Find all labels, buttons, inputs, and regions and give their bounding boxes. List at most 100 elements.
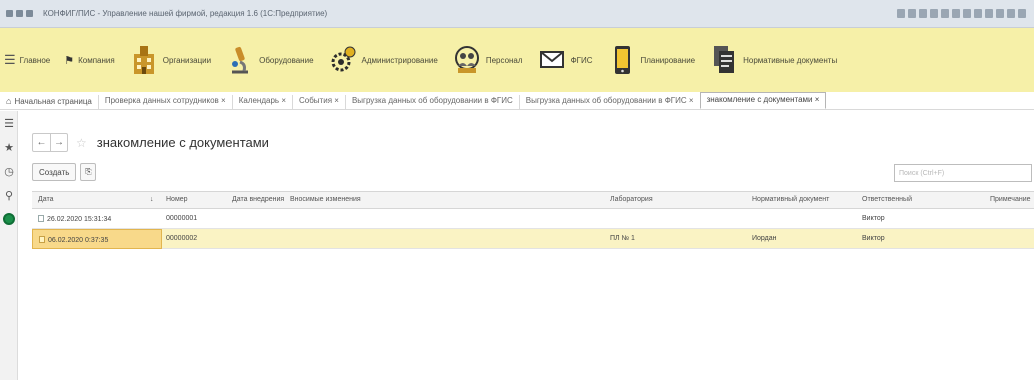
tab-fgis-export-2[interactable]: Выгрузка данных об оборудовании в ФГИС × (518, 95, 700, 109)
cell-responsible: Виктор (862, 235, 885, 242)
section-label: ФГИС (570, 55, 593, 65)
favorite-star-icon[interactable]: ☆ (76, 136, 87, 150)
window-buttons[interactable] (897, 9, 1026, 18)
cell-number: 00000001 (166, 215, 198, 222)
tab-label: знакомление с документами (706, 94, 813, 104)
window-controls[interactable] (6, 10, 33, 17)
tab-label: Выгрузка данных об оборудовании в ФГИС (525, 96, 687, 105)
open-tabs-bar: ⌂ Начальная страница Проверка данных сот… (0, 92, 1034, 110)
toolbar-icon[interactable] (985, 9, 993, 18)
column-header-note[interactable]: Примечание (990, 196, 1031, 203)
section-personnel[interactable]: Персонал (452, 43, 523, 77)
tab-label: Начальная страница (14, 96, 92, 106)
section-label: Персонал (485, 55, 523, 65)
toolbar-icon[interactable] (919, 9, 927, 18)
section-normative-documents[interactable]: Нормативные документы (709, 43, 837, 77)
section-fgis[interactable]: ФГИС (537, 43, 593, 77)
title-bar: КОНФИГ/ПИС - Управление нашей фирмой, ре… (0, 0, 1034, 28)
sort-icon[interactable]: ↓ (150, 196, 154, 203)
tab-document-acquaintance[interactable]: знакомление с документами × (699, 92, 827, 109)
history-icon[interactable]: ◷ (0, 159, 18, 183)
tab-home[interactable]: ⌂ Начальная страница (0, 96, 98, 109)
forward-arrow-icon[interactable]: → (50, 134, 67, 151)
column-header-responsible[interactable]: Ответственный (862, 196, 912, 203)
maximize-icon[interactable] (1007, 9, 1015, 18)
sections-toolbar: ☰ Главное ⚑ Компания Организации Оборудо… (0, 28, 1034, 92)
home-icon: ⌂ (6, 96, 12, 106)
section-company[interactable]: ⚑ Компания (64, 54, 114, 67)
search-icon[interactable]: ⚲ (0, 183, 18, 207)
cell-norm-doc: Иордан (752, 235, 777, 242)
section-main[interactable]: ☰ Главное (4, 52, 50, 68)
section-equipment[interactable]: Оборудование (225, 43, 314, 77)
create-button[interactable]: Создать (32, 163, 77, 181)
column-header-norm-doc[interactable]: Нормативный документ (752, 196, 829, 203)
section-organizations[interactable]: Организации (129, 43, 211, 77)
toolbar-icon[interactable] (930, 9, 938, 18)
back-icon[interactable] (16, 10, 23, 17)
cell-date: 06.02.2020 0:37:35 (48, 237, 109, 244)
close-icon[interactable]: × (221, 96, 226, 105)
tab-calendar[interactable]: Календарь × (231, 95, 292, 109)
table-row-selected[interactable]: 06.02.2020 0:37:35 00000002 ПЛ № 1 Иорда… (32, 229, 1034, 249)
envelope-icon (537, 43, 567, 77)
building-icon (129, 43, 159, 77)
section-label: Администрирование (361, 55, 438, 65)
section-label: Оборудование (259, 55, 314, 65)
document-icon (38, 215, 44, 222)
close-icon[interactable]: × (334, 96, 339, 105)
tab-label: Календарь (238, 96, 280, 105)
back-arrow-icon[interactable]: ← (33, 134, 50, 151)
tab-label: Выгрузка данных об оборудовании в ФГИС (351, 96, 513, 105)
toolbar-icon[interactable] (908, 9, 916, 18)
app-menu-icon[interactable] (6, 10, 13, 17)
toolbar-icon[interactable] (974, 9, 982, 18)
left-panel: ☰ ★ ◷ ⚲ (0, 111, 18, 380)
table-row[interactable]: 26.02.2020 15:31:34 00000001 Виктор (32, 209, 1034, 229)
flag-icon: ⚑ (64, 54, 75, 67)
nav-buttons: ← → (32, 133, 68, 152)
column-header-number[interactable]: Номер (166, 196, 188, 203)
toolbar-icon[interactable] (941, 9, 949, 18)
status-icon[interactable] (0, 207, 18, 231)
documents-icon (709, 43, 739, 77)
tab-fgis-export-1[interactable]: Выгрузка данных об оборудовании в ФГИС (344, 95, 519, 109)
column-header-date-impl[interactable]: Дата внедрения (232, 196, 284, 203)
close-icon[interactable]: × (689, 96, 694, 105)
tab-label: Проверка данных сотрудников (104, 96, 219, 105)
documents-table: Дата ↓ Номер Дата внедрения Вносимые изм… (32, 191, 1034, 249)
column-header-lab[interactable]: Лаборатория (610, 196, 653, 203)
gear-icon (328, 43, 358, 77)
section-administration[interactable]: Администрирование (328, 43, 438, 77)
toolbar-icon[interactable] (952, 9, 960, 18)
close-icon[interactable] (1018, 9, 1026, 18)
people-icon (452, 43, 482, 77)
section-label: Главное (19, 55, 51, 65)
toolbar-icon[interactable] (897, 9, 905, 18)
form-header: ← → ☆ знакомление с документами (32, 133, 269, 152)
star-icon[interactable]: ★ (0, 135, 18, 159)
close-icon[interactable]: × (815, 95, 820, 104)
menu-icon: ☰ (4, 52, 16, 67)
copy-icon[interactable]: ⎘ (80, 163, 97, 181)
section-planning[interactable]: Планирование (607, 43, 695, 77)
forward-icon[interactable] (26, 10, 33, 17)
phone-icon (607, 43, 637, 77)
page-title: знакомление с документами (96, 135, 269, 150)
search-input[interactable]: Поиск (Ctrl+F) (894, 164, 1032, 182)
tab-employee-data-check[interactable]: Проверка данных сотрудников × (97, 95, 232, 109)
cell-date: 26.02.2020 15:31:34 (47, 216, 112, 223)
close-icon[interactable]: × (281, 96, 286, 105)
date-cell[interactable]: 26.02.2020 15:31:34 (32, 209, 162, 229)
date-cell[interactable]: 06.02.2020 0:37:35 (32, 229, 162, 249)
tab-events[interactable]: События × (292, 95, 345, 109)
toolbar-icon[interactable] (963, 9, 971, 18)
column-header-changes[interactable]: Вносимые изменения (290, 196, 361, 203)
menu-icon[interactable]: ☰ (0, 111, 18, 135)
minimize-icon[interactable] (996, 9, 1004, 18)
form-actions: Создать ⎘ (32, 163, 97, 181)
section-label: Организации (162, 55, 212, 65)
section-label: Нормативные документы (743, 55, 838, 65)
column-header-date[interactable]: Дата (38, 196, 54, 203)
section-label: Компания (78, 55, 115, 65)
